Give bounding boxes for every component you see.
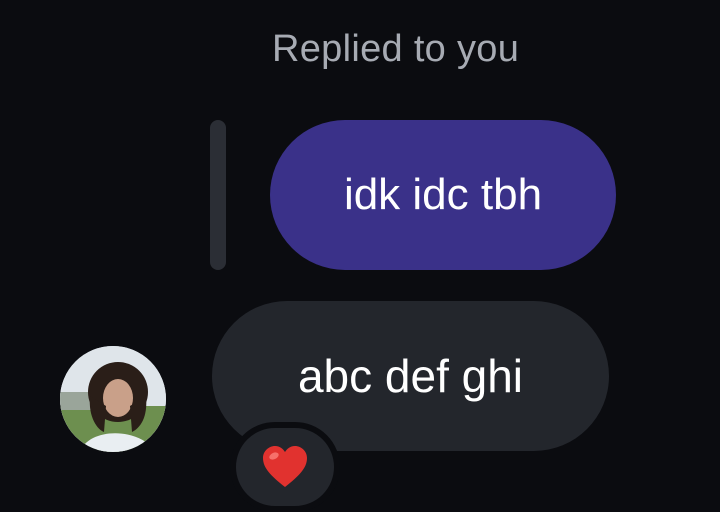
reply-indicator-bar — [210, 120, 226, 270]
avatar[interactable] — [60, 346, 166, 452]
avatar-photo — [60, 346, 166, 452]
reply-caption: Replied to you — [272, 28, 520, 70]
quoted-message-text: idk idc tbh — [343, 170, 543, 219]
reaction-badge[interactable] — [230, 422, 340, 512]
heart-icon — [263, 446, 307, 487]
message-text: abc def ghi — [297, 350, 524, 402]
quoted-message-bubble[interactable]: idk idc tbh — [270, 120, 616, 270]
